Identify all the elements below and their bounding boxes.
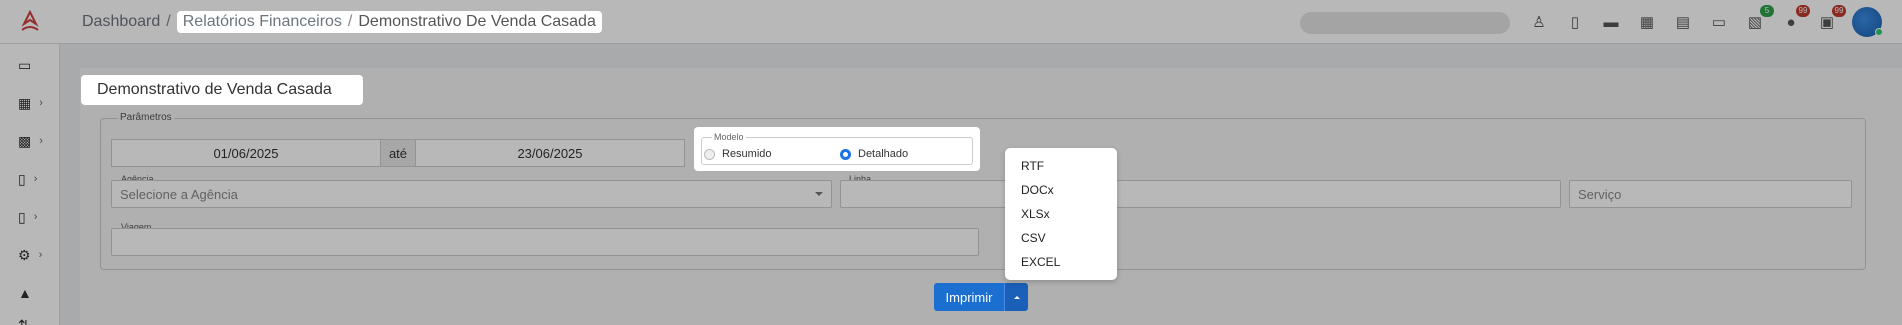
laptop-icon: ▭	[18, 56, 32, 73]
date-to-input[interactable]: 23/06/2025	[416, 140, 684, 166]
breadcrumb-current: Demonstrativo De Venda Casada	[358, 13, 596, 30]
sidebar-item-alerts[interactable]: ▲	[18, 282, 54, 304]
tasks-badge: 99	[1832, 5, 1846, 17]
sidebar-item-grid[interactable]: ▩ ›	[18, 130, 54, 152]
print-button[interactable]: Imprimir	[934, 283, 1004, 311]
agencia-select[interactable]: Selecione a Agência	[111, 180, 832, 208]
app-logo-icon[interactable]	[18, 10, 42, 34]
radio-resumido[interactable]: Resumido	[704, 148, 772, 160]
radio-detalhado[interactable]: Detalhado	[840, 148, 908, 160]
breadcrumb: Dashboard / Relatórios Financeiros / Dem…	[82, 10, 602, 34]
save-icon[interactable]: ▦	[1636, 11, 1658, 33]
ticket-icon[interactable]: ▬	[1600, 11, 1622, 33]
viagem-input[interactable]	[111, 228, 979, 256]
modelo-legend: Modelo	[712, 132, 746, 142]
breadcrumb-separator: /	[166, 13, 171, 30]
breadcrumb-separator: /	[347, 13, 353, 30]
chevron-right-icon: ›	[33, 173, 38, 185]
online-status-dot	[1875, 28, 1883, 36]
servico-input[interactable]: Serviço	[1569, 180, 1852, 208]
caret-up-icon	[1013, 295, 1020, 299]
top-navbar: Dashboard / Relatórios Financeiros / Dem…	[0, 0, 1902, 44]
menu-item-csv[interactable]: CSV	[1005, 226, 1117, 250]
menu-item-xlsx[interactable]: XLSx	[1005, 202, 1117, 226]
transfer-icon: ⇅	[18, 316, 30, 325]
breadcrumb-highlight: Relatórios Financeiros / Demonstrativo D…	[176, 11, 602, 33]
sidebar-item-tables[interactable]: ▦ ›	[18, 92, 54, 114]
register-icon[interactable]: ▤	[1672, 11, 1694, 33]
parameters-legend: Parâmetros	[118, 112, 174, 123]
tasks-icon[interactable]: ▣ 99	[1816, 5, 1846, 33]
page-title: Demonstrativo de Venda Casada	[81, 75, 363, 105]
mobile-icon[interactable]: ▯	[1564, 11, 1586, 33]
sidebar-item-documents[interactable]: ▯ ›	[18, 168, 54, 190]
radio-resumido-label: Resumido	[722, 148, 772, 160]
sidebar-item-invoices[interactable]: ▯ ›	[18, 206, 54, 228]
grid-icon: ▩	[18, 132, 32, 149]
gears-icon: ⚙	[18, 246, 31, 263]
bell-icon: ▲	[18, 285, 32, 301]
sidebar: ▭ ▦ › ▩ › ▯ › ▯ › ⚙ › ▲ ⇅	[0, 44, 60, 325]
table-icon: ▦	[18, 94, 32, 111]
topbar-icons: ♙ ▯ ▬ ▦ ▤ ▭ ▧ 5 ● 99 ▣ 99	[1528, 5, 1883, 37]
chevron-down-icon	[815, 192, 823, 196]
agencia-placeholder: Selecione a Agência	[120, 186, 238, 202]
notifications-icon[interactable]: ● 99	[1780, 5, 1810, 33]
chevron-right-icon: ›	[38, 249, 43, 261]
avatar[interactable]	[1852, 7, 1883, 37]
breadcrumb-relatorios[interactable]: Relatórios Financeiros	[183, 13, 342, 31]
cart-icon[interactable]: ▧ 5	[1744, 5, 1774, 33]
export-format-menu: RTF DOCx XLSx CSV EXCEL	[1005, 148, 1117, 280]
date-range-separator: até	[380, 140, 416, 166]
sidebar-item-dashboard[interactable]: ▭	[18, 54, 54, 76]
servico-placeholder: Serviço	[1578, 186, 1622, 202]
user-admin-icon[interactable]: ♙	[1528, 11, 1550, 33]
chevron-right-icon: ›	[39, 135, 43, 147]
chevron-right-icon: ›	[33, 211, 38, 223]
sidebar-item-settings[interactable]: ⚙ ›	[18, 244, 54, 266]
sidebar-item-transfer[interactable]: ⇅	[18, 314, 54, 325]
notifications-badge: 99	[1796, 5, 1810, 17]
print-format-toggle[interactable]	[1004, 283, 1028, 311]
menu-item-rtf[interactable]: RTF	[1005, 154, 1117, 178]
document-icon: ▯	[18, 170, 26, 187]
chevron-right-icon: ›	[39, 97, 43, 109]
invoice-icon: ▯	[18, 208, 26, 225]
menu-item-docx[interactable]: DOCx	[1005, 178, 1117, 202]
linha-input[interactable]	[840, 180, 1561, 208]
monitor-icon[interactable]: ▭	[1708, 11, 1730, 33]
radio-unchecked-icon[interactable]	[704, 148, 715, 160]
radio-detalhado-label: Detalhado	[858, 148, 909, 160]
cart-badge: 5	[1760, 5, 1774, 17]
global-search-input[interactable]	[1300, 12, 1510, 34]
radio-checked-icon[interactable]	[840, 148, 851, 160]
date-range: 01/06/2025 até 23/06/2025	[111, 139, 685, 167]
breadcrumb-dashboard[interactable]: Dashboard	[82, 13, 160, 31]
menu-item-excel[interactable]: EXCEL	[1005, 250, 1117, 274]
date-from-input[interactable]: 01/06/2025	[112, 140, 380, 166]
